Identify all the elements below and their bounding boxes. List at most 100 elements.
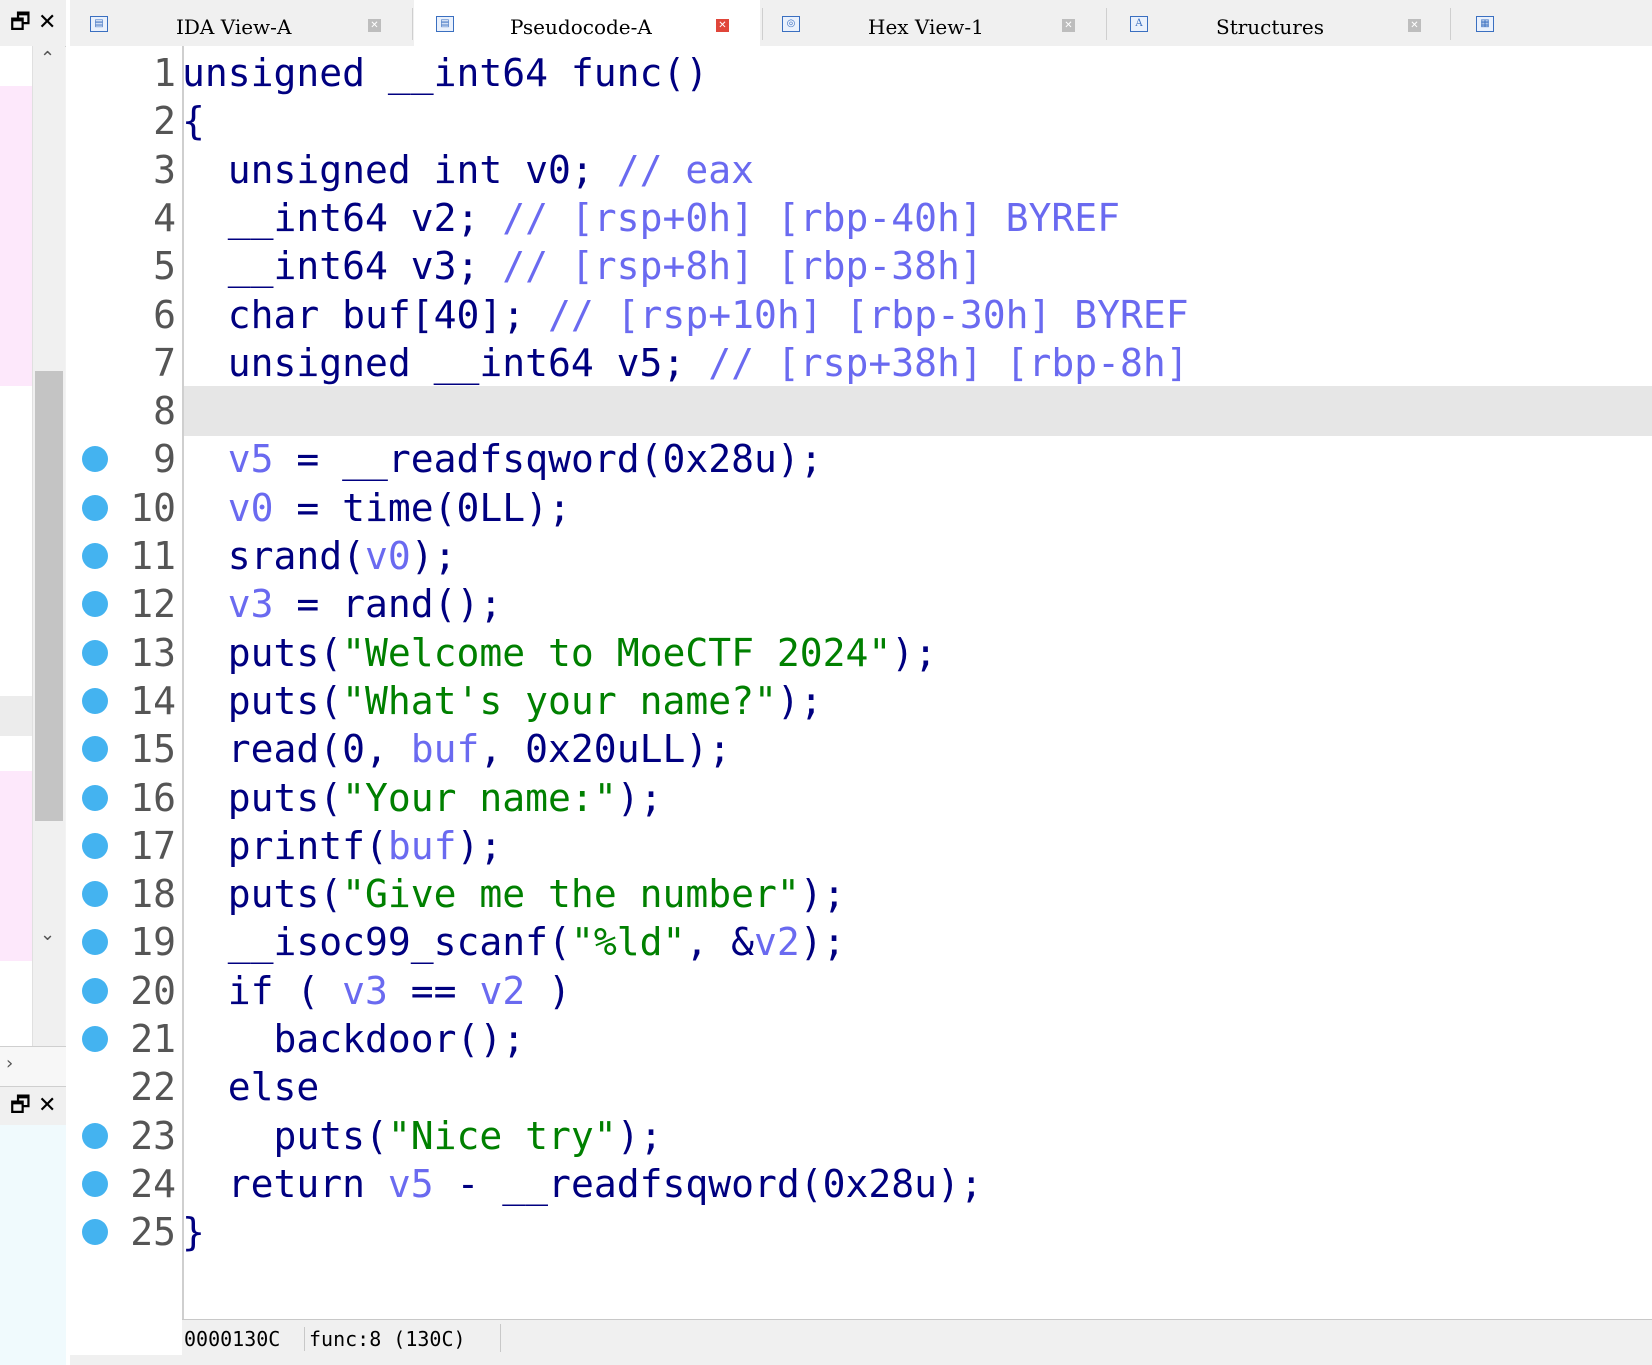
code-line[interactable]: 15 read(0, buf, 0x20uLL);	[70, 724, 1652, 774]
code-text[interactable]: puts("Your name:");	[182, 777, 663, 819]
code-text[interactable]: unsigned __int64 func()	[182, 52, 708, 94]
breakpoint-dot-icon[interactable]	[82, 1219, 108, 1246]
code-text[interactable]: puts("What's your name?");	[182, 680, 823, 722]
code-line[interactable]: 12 v3 = rand();	[70, 579, 1652, 629]
code-line[interactable]: 9 v5 = __readfsqword(0x28u);	[70, 434, 1652, 484]
code-line[interactable]: 16 puts("Your name:");	[70, 773, 1652, 823]
restore-window-icon[interactable]: 🗗	[10, 1095, 31, 1117]
breakpoint-dot-icon[interactable]	[82, 446, 108, 473]
code-line[interactable]: 2{	[70, 96, 1652, 146]
code-token: else	[182, 1065, 320, 1110]
breakpoint-dot-icon[interactable]	[82, 1026, 108, 1052]
code-line[interactable]: 8	[70, 386, 1652, 436]
code-text[interactable]: puts("Give me the number");	[182, 873, 846, 915]
code-text[interactable]: unsigned int v0; // eax	[182, 149, 754, 191]
code-text[interactable]: backdoor();	[182, 1018, 526, 1060]
breakpoint-dot-icon[interactable]	[82, 639, 108, 666]
code-text[interactable]: v0 = time(0LL);	[182, 487, 571, 529]
line-number: 19	[130, 920, 176, 965]
breakpoint-dot-icon[interactable]	[82, 591, 108, 618]
code-text[interactable]: {	[182, 100, 205, 142]
breakpoint-dot-icon[interactable]	[82, 832, 108, 859]
close-tab-icon[interactable]: ✕	[368, 19, 381, 32]
breakpoint-dot-icon[interactable]	[82, 494, 108, 521]
code-line[interactable]: 22 else	[70, 1062, 1652, 1112]
function-list[interactable]	[0, 46, 32, 1046]
breakpoint-dot-icon[interactable]	[82, 543, 108, 569]
code-line[interactable]: 4 __int64 v2; // [rsp+0h] [rbp-40h] BYRE…	[70, 193, 1652, 243]
code-token: printf(	[182, 823, 388, 868]
code-text[interactable]: __isoc99_scanf("%ld", &v2);	[182, 921, 846, 963]
code-text[interactable]: char buf[40]; // [rsp+10h] [rbp-30h] BYR…	[182, 294, 1189, 336]
code-text[interactable]: __int64 v2; // [rsp+0h] [rbp-40h] BYREF	[182, 197, 1120, 239]
breakpoint-dot-icon[interactable]	[82, 1170, 108, 1197]
scrollbar-thumb[interactable]	[35, 371, 63, 821]
close-tab-icon[interactable]: ✕	[1408, 19, 1421, 32]
code-text[interactable]: __int64 v3; // [rsp+8h] [rbp-38h]	[182, 245, 983, 287]
code-variable-token: v5	[387, 1161, 434, 1206]
code-text[interactable]: puts("Nice try");	[182, 1113, 663, 1158]
code-line[interactable]: 1 unsigned __int64 func()	[70, 48, 1652, 98]
tab-ida-view-a[interactable]: ▤ IDA View-A ✕	[70, 0, 410, 46]
close-panel-icon[interactable]: ✕	[38, 12, 56, 34]
scroll-down-icon[interactable]: ⌄	[40, 924, 55, 945]
code-text[interactable]: srand(v0);	[182, 535, 457, 577]
scroll-up-icon[interactable]: ⌃	[40, 48, 55, 69]
ida-view-icon: ▤	[90, 16, 108, 32]
horizontal-scrollbar[interactable]: ›	[0, 1046, 66, 1087]
line-number: 24	[130, 1161, 176, 1206]
restore-window-icon[interactable]: 🗗	[10, 12, 31, 34]
breakpoint-dot-icon[interactable]	[82, 736, 108, 763]
code-line[interactable]: 11 srand(v0);	[70, 531, 1652, 581]
tab-bar: ▤ IDA View-A ✕ ▤ Pseudocode-A ✕ ◎ Hex Vi…	[70, 0, 1652, 48]
breakpoint-dot-icon[interactable]	[82, 881, 108, 908]
code-text[interactable]: if ( v3 == v2 )	[182, 970, 571, 1012]
code-text[interactable]: v5 = __readfsqword(0x28u);	[182, 438, 823, 480]
code-line[interactable]: 18 puts("Give me the number");	[70, 869, 1652, 919]
code-line[interactable]: 19 __isoc99_scanf("%ld", &v2);	[70, 917, 1652, 967]
close-tab-icon[interactable]: ✕	[1062, 19, 1075, 32]
code-token: );	[616, 1113, 663, 1158]
tab-more[interactable]: ▦	[1452, 0, 1652, 46]
pseudocode-editor[interactable]: 1 unsigned __int64 func() 2{3 unsigned int…	[70, 46, 1652, 1319]
code-text[interactable]: return v5 - __readfsqword(0x28u);	[182, 1163, 983, 1205]
breakpoint-dot-icon[interactable]	[82, 977, 108, 1004]
selected-list-row[interactable]	[0, 696, 32, 736]
status-separator	[500, 1324, 501, 1352]
code-line[interactable]: 21 backdoor();	[70, 1014, 1652, 1064]
tab-label: IDA View-A	[176, 15, 292, 39]
vertical-scrollbar[interactable]: ⌃ ⌄	[32, 46, 65, 1046]
tab-label: Pseudocode-A	[510, 15, 652, 39]
code-line[interactable]: 6 char buf[40]; // [rsp+10h] [rbp-30h] B…	[70, 290, 1652, 340]
code-text[interactable]: puts("Welcome to MoeCTF 2024");	[182, 632, 937, 674]
code-line[interactable]: 24 return v5 - __readfsqword(0x28u);	[70, 1159, 1652, 1209]
code-text[interactable]: printf(buf);	[182, 823, 503, 868]
code-line[interactable]: 17 printf(buf);	[70, 821, 1652, 871]
code-line[interactable]: 5 __int64 v3; // [rsp+8h] [rbp-38h]	[70, 241, 1652, 291]
close-tab-icon[interactable]: ✕	[716, 19, 729, 32]
code-text[interactable]: unsigned __int64 v5; // [rsp+38h] [rbp-8…	[182, 342, 1189, 384]
breakpoint-dot-icon[interactable]	[82, 784, 108, 811]
code-text[interactable]: v3 = rand();	[182, 583, 503, 625]
code-line[interactable]: 20 if ( v3 == v2 )	[70, 966, 1652, 1016]
tab-pseudocode-a[interactable]: ▤ Pseudocode-A ✕	[414, 0, 760, 48]
line-number: 15	[130, 727, 176, 772]
close-panel-icon[interactable]: ✕	[38, 1095, 56, 1117]
code-line[interactable]: 13 puts("Welcome to MoeCTF 2024");	[70, 628, 1652, 678]
scroll-right-icon[interactable]: ›	[6, 1053, 13, 1074]
breakpoint-dot-icon[interactable]	[82, 687, 108, 714]
code-line[interactable]: 10 v0 = time(0LL);	[70, 483, 1652, 533]
breakpoint-dot-icon[interactable]	[82, 1122, 108, 1149]
code-line[interactable]: 7 unsigned __int64 v5; // [rsp+38h] [rbp…	[70, 338, 1652, 388]
code-line[interactable]: 25}	[70, 1207, 1652, 1257]
code-line[interactable]: 3 unsigned int v0; // eax	[70, 145, 1652, 195]
code-text[interactable]: }	[182, 1211, 205, 1253]
code-line[interactable]: 23 puts("Nice try");	[70, 1111, 1652, 1161]
tab-structures[interactable]: A Structures ✕	[1108, 0, 1448, 46]
code-text[interactable]: read(0, buf, 0x20uLL);	[182, 728, 731, 770]
tab-hex-view-1[interactable]: ◎ Hex View-1 ✕	[764, 0, 1104, 46]
code-line[interactable]: 14 puts("What's your name?");	[70, 676, 1652, 726]
line-number: 2	[153, 99, 176, 144]
code-text[interactable]: else	[182, 1065, 320, 1110]
breakpoint-dot-icon[interactable]	[82, 929, 108, 956]
